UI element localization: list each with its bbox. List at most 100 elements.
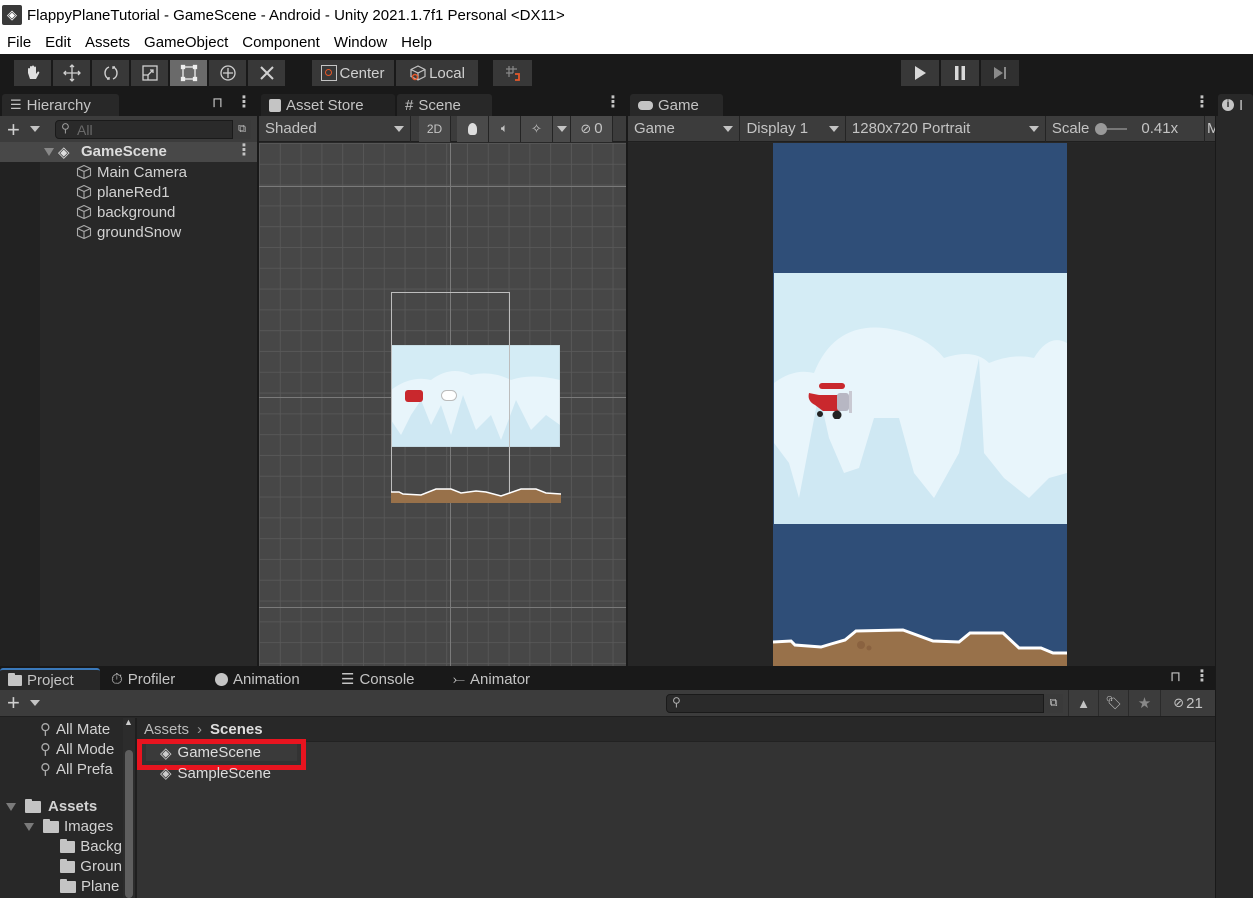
effects-toggle[interactable]: ✧ [521, 115, 553, 142]
search-expand-icon[interactable]: ⧉ [1043, 694, 1063, 713]
play-button[interactable] [901, 60, 939, 86]
hierarchy-item[interactable]: groundSnow [76, 222, 181, 242]
search-placeholder: All [77, 122, 93, 138]
hierarchy-panel: ☰ Hierarchy ⊓ ⋮ + ⚲ All ⧉ ◈ GameScene ⋮ … [0, 92, 257, 666]
expand-triangle-icon[interactable] [24, 822, 34, 831]
scrollbar-thumb[interactable] [125, 750, 133, 898]
scene-viewport[interactable] [259, 143, 626, 666]
pivot-space-toggle[interactable]: Local [396, 60, 478, 86]
menu-bar: File Edit Assets GameObject Component Wi… [0, 30, 1253, 54]
scale-tool-button[interactable] [131, 60, 168, 86]
tree-item-folder[interactable]: Backg [60, 838, 122, 855]
transform-tool-button[interactable] [209, 60, 246, 86]
grid-snap-button[interactable] [493, 60, 532, 86]
menu-edit[interactable]: Edit [38, 34, 78, 51]
grid-snap-icon [505, 66, 520, 81]
scale-slider-handle[interactable] [1095, 122, 1108, 135]
search-icon: ⚲ [672, 695, 681, 709]
pivot-center-toggle[interactable]: Center [312, 60, 394, 86]
shopping-bag-icon [269, 98, 281, 112]
hierarchy-item[interactable]: planeRed1 [76, 182, 170, 202]
filter-by-type-button[interactable]: ▲ [1068, 690, 1098, 716]
maximize-toggle[interactable]: M [1205, 116, 1215, 142]
menu-window[interactable]: Window [327, 34, 394, 51]
hierarchy-item[interactable]: Main Camera [76, 162, 187, 182]
tab-hierarchy[interactable]: ☰ Hierarchy [2, 94, 119, 116]
move-tool-button[interactable] [53, 60, 90, 86]
folder-open-icon [43, 818, 59, 833]
breadcrumb-assets[interactable]: Assets [144, 721, 189, 738]
lighting-toggle[interactable] [457, 115, 489, 142]
favorite-item[interactable]: ⚲ All Mode [40, 740, 120, 759]
game-render[interactable] [772, 143, 1067, 666]
tab-inspector[interactable]: i I [1218, 94, 1253, 116]
pivot-icon [321, 65, 338, 81]
tab-console[interactable]: ☰ Console [333, 668, 433, 690]
expand-triangle-icon[interactable] [44, 148, 54, 156]
scroll-up-arrow-icon[interactable]: ▲ [124, 717, 133, 727]
scene-menu-kebab[interactable]: ⋮ [236, 143, 252, 159]
scene-menu-kebab[interactable]: ⋮ [605, 95, 621, 111]
tab-animator[interactable]: ⤚ Animator [445, 668, 555, 690]
tree-item-assets[interactable]: Assets [6, 798, 124, 815]
tab-animation[interactable]: Animation [207, 668, 327, 690]
hierarchy-menu-kebab[interactable]: ⋮ [236, 95, 252, 111]
2d-mode-toggle[interactable]: 2D [419, 115, 451, 142]
hand-tool-button[interactable] [14, 60, 51, 86]
pause-button[interactable] [941, 60, 979, 86]
favorite-item[interactable]: ⚲ All Mate [40, 720, 120, 739]
resolution-dropdown[interactable]: 1280x720 Portrait [846, 115, 1046, 142]
favorites-button[interactable]: ★ [1128, 690, 1160, 716]
tree-scrollbar[interactable]: ▲ [123, 717, 135, 898]
hidden-packages-toggle[interactable]: ⊘ 21 [1160, 690, 1215, 716]
create-dropdown-caret[interactable] [30, 126, 40, 132]
shading-mode-dropdown[interactable]: Shaded [259, 115, 411, 142]
tab-game[interactable]: Game [630, 94, 723, 116]
animation-clock-icon [215, 672, 228, 686]
tree-item-images[interactable]: Images [24, 818, 124, 835]
rect-tool-button[interactable] [170, 60, 207, 86]
lock-icon[interactable]: ⊓ [1170, 668, 1181, 685]
hidden-objects-toggle[interactable]: ⊘ 0 [571, 115, 613, 142]
step-button[interactable] [981, 60, 1019, 86]
project-search-input[interactable]: ⚲ ⧉ [666, 694, 1063, 713]
file-item-samplescene[interactable]: ◈ SampleScene [160, 764, 271, 783]
expand-triangle-icon[interactable] [6, 802, 16, 811]
tab-asset-store[interactable]: Asset Store [261, 94, 395, 116]
menu-assets[interactable]: Assets [78, 34, 137, 51]
breadcrumb-scenes[interactable]: Scenes [210, 721, 263, 738]
effects-dropdown[interactable] [553, 115, 571, 142]
create-plus-button[interactable]: + [7, 690, 20, 716]
menu-file[interactable]: File [0, 34, 38, 51]
eye-slash-icon: ⊘ [580, 120, 592, 136]
hierarchy-search-input[interactable]: ⚲ All ⧉ [55, 120, 251, 139]
scale-slider[interactable] [1095, 122, 1128, 135]
game-viewport[interactable] [628, 143, 1215, 666]
rotate-tool-button[interactable] [92, 60, 129, 86]
display-dropdown[interactable]: Display 1 [740, 115, 846, 142]
tree-item-folder[interactable]: Groun [60, 858, 122, 875]
menu-component[interactable]: Component [235, 34, 327, 51]
audio-toggle[interactable]: 🔈︎ [489, 115, 521, 142]
folder-open-icon [25, 798, 41, 813]
ground-sprite[interactable] [391, 486, 562, 503]
custom-tool-button[interactable] [248, 60, 285, 86]
tab-scene[interactable]: # Scene [397, 94, 492, 116]
tab-profiler[interactable]: ⏱︎ Profiler [103, 668, 203, 690]
search-expand-icon[interactable]: ⧉ [232, 120, 251, 139]
favorite-item[interactable]: ⚲ All Prefa [40, 760, 120, 779]
create-dropdown-caret[interactable] [30, 700, 40, 706]
filter-by-label-button[interactable]: 🏷︎ [1098, 690, 1128, 716]
view-mode-dropdown[interactable]: Game [628, 115, 741, 142]
create-plus-button[interactable]: + [7, 117, 20, 143]
menu-gameobject[interactable]: GameObject [137, 34, 235, 51]
tree-item-folder[interactable]: Plane [60, 878, 122, 895]
tab-project[interactable]: Project [0, 668, 100, 690]
project-menu-kebab[interactable]: ⋮ [1194, 669, 1210, 685]
scene-root-row[interactable]: ◈ GameScene ⋮ [0, 142, 257, 162]
hierarchy-item[interactable]: background [76, 202, 175, 222]
plane-red-sprite[interactable] [807, 383, 853, 420]
lock-icon[interactable]: ⊓ [212, 94, 223, 111]
menu-help[interactable]: Help [394, 34, 439, 51]
game-menu-kebab[interactable]: ⋮ [1194, 95, 1210, 111]
